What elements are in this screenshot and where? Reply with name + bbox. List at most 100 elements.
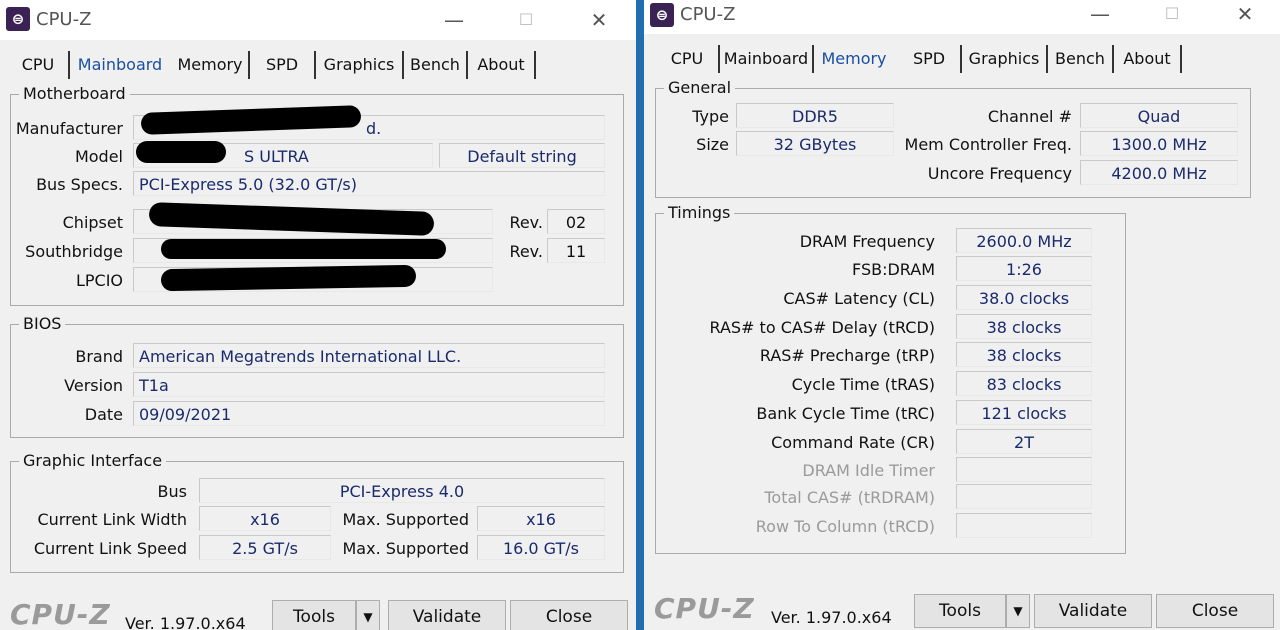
- bus-specs-value: PCI-Express 5.0 (32.0 GT/s): [133, 171, 605, 196]
- timing-label-row-to-column: Row To Column (tRCD): [755, 517, 935, 536]
- window-title: CPU-Z: [680, 4, 736, 25]
- timing-label-trcd: RAS# to CAS# Delay (tRCD): [709, 318, 935, 337]
- link-width-label: Current Link Width: [37, 510, 187, 529]
- cpuz-window-memory: ⊜ CPU-Z — ☐ ✕ CPU Mainboard Memory SPD G…: [644, 0, 1280, 630]
- tab-about[interactable]: About: [1114, 45, 1182, 73]
- window-divider: [636, 0, 644, 630]
- max-speed-value: 16.0 GT/s: [477, 535, 605, 560]
- timings-legend: Timings: [664, 203, 735, 222]
- bios-version-label: Version: [64, 376, 123, 395]
- tab-bar: CPU Mainboard Memory SPD Graphics Bench …: [644, 45, 1280, 75]
- tab-cpu[interactable]: CPU: [656, 45, 720, 73]
- timing-value-command-rate: 2T: [956, 429, 1092, 454]
- chipset-rev-label: Rev.: [509, 213, 543, 232]
- timing-label-tras: Cycle Time (tRAS): [791, 375, 935, 394]
- redaction-mark: [136, 141, 226, 163]
- maximize-icon[interactable]: ☐: [508, 6, 544, 34]
- timing-label-total-cas: Total CAS# (tRDRAM): [764, 488, 935, 507]
- gi-bus-value: PCI-Express 4.0: [199, 478, 605, 503]
- tab-spd[interactable]: SPD: [250, 51, 316, 79]
- tab-about[interactable]: About: [468, 51, 536, 79]
- tools-button[interactable]: Tools: [914, 594, 1006, 628]
- bios-date-label: Date: [84, 405, 123, 424]
- timing-value-trcd: 38 clocks: [956, 314, 1092, 339]
- timing-value-row-to-column: [956, 513, 1092, 538]
- tab-mainboard[interactable]: Mainboard: [70, 51, 170, 79]
- type-label: Type: [692, 107, 729, 126]
- app-glyph: ⊜: [655, 5, 669, 24]
- timing-value-dram-frequency: 2600.0 MHz: [956, 228, 1092, 253]
- timing-label-trp: RAS# Precharge (tRP): [759, 346, 935, 365]
- timing-value-tras: 83 clocks: [956, 371, 1092, 396]
- southbridge-label: Southbridge: [25, 242, 123, 261]
- tab-cpu[interactable]: CPU: [8, 51, 70, 79]
- link-width-value: x16: [199, 506, 331, 531]
- channel-label: Channel #: [987, 107, 1072, 126]
- bios-brand-value: American Megatrends International LLC.: [133, 343, 605, 368]
- uncore-label: Uncore Frequency: [927, 164, 1072, 183]
- timing-value-trc: 121 clocks: [956, 400, 1092, 425]
- timing-label-dram-idle-timer: DRAM Idle Timer: [802, 461, 935, 480]
- minimize-icon[interactable]: —: [436, 6, 472, 34]
- minimize-icon[interactable]: —: [1082, 0, 1118, 28]
- bios-brand-label: Brand: [75, 347, 123, 366]
- bios-panel: BIOS Brand American Megatrends Internati…: [10, 314, 624, 438]
- redaction-mark: [161, 239, 446, 259]
- general-legend: General: [664, 78, 736, 97]
- mem-controller-label: Mem Controller Freq.: [904, 135, 1072, 154]
- bus-specs-label: Bus Specs.: [36, 175, 123, 194]
- tab-graphics[interactable]: Graphics: [316, 51, 404, 79]
- cpu-z-logo-icon: ⊜: [650, 3, 674, 27]
- timing-value-cas-latency: 38.0 clocks: [956, 285, 1092, 310]
- footer-bar: CPU-Z Ver. 1.97.0.x64 Tools ▼ Validate C…: [644, 590, 1280, 630]
- tools-button[interactable]: Tools: [272, 600, 356, 630]
- chipset-label: Chipset: [62, 213, 123, 232]
- close-button[interactable]: Close: [510, 600, 628, 630]
- cpuz-brand-logo: CPU-Z: [10, 598, 111, 630]
- bios-legend: BIOS: [19, 314, 66, 333]
- tab-graphics[interactable]: Graphics: [962, 45, 1048, 73]
- cpu-z-logo-icon: ⊜: [6, 7, 30, 31]
- title-bar: ⊜ CPU-Z — ☐ ✕: [0, 0, 636, 40]
- uncore-value: 4200.0 MHz: [1080, 160, 1238, 185]
- validate-button[interactable]: Validate: [388, 600, 506, 630]
- tab-memory[interactable]: Memory: [172, 51, 250, 79]
- tab-bar: CPU Mainboard Memory SPD Graphics Bench …: [0, 51, 636, 81]
- tab-bench[interactable]: Bench: [1048, 45, 1114, 73]
- size-value: 32 GBytes: [736, 131, 894, 156]
- type-value: DDR5: [736, 103, 894, 128]
- southbridge-rev-value: 11: [547, 238, 605, 263]
- timings-panel: Timings DRAM Frequency 2600.0 MHz FSB:DR…: [655, 203, 1126, 554]
- tab-memory[interactable]: Memory: [816, 45, 892, 73]
- tab-spd[interactable]: SPD: [898, 45, 962, 73]
- model-label: Model: [74, 147, 123, 166]
- tab-mainboard[interactable]: Mainboard: [720, 45, 814, 73]
- timing-label-cas-latency: CAS# Latency (CL): [783, 289, 935, 308]
- mem-controller-value: 1300.0 MHz: [1080, 131, 1238, 156]
- tab-bench[interactable]: Bench: [404, 51, 468, 79]
- chevron-down-icon[interactable]: ▼: [356, 600, 380, 630]
- chipset-rev-value: 02: [547, 209, 605, 234]
- window-title: CPU-Z: [36, 9, 92, 30]
- maximize-icon[interactable]: ☐: [1154, 0, 1190, 28]
- timing-value-total-cas: [956, 484, 1092, 509]
- max-width-value: x16: [477, 506, 605, 531]
- timing-label-dram-frequency: DRAM Frequency: [799, 232, 935, 251]
- gi-bus-label: Bus: [157, 482, 187, 501]
- app-glyph: ⊜: [11, 9, 25, 28]
- timing-value-fsb-dram: 1:26: [956, 256, 1092, 281]
- general-panel: General Type DDR5 Size 32 GBytes Channel…: [655, 78, 1251, 198]
- close-icon[interactable]: ✕: [581, 6, 617, 34]
- footer-bar: CPU-Z Ver. 1.97.0.x64 Tools ▼ Validate C…: [0, 596, 636, 630]
- motherboard-panel: Motherboard Manufacturer d. Model S ULTR…: [10, 84, 624, 306]
- version-label: Ver. 1.97.0.x64: [771, 608, 892, 627]
- validate-button[interactable]: Validate: [1034, 594, 1152, 628]
- channel-value: Quad: [1080, 103, 1238, 128]
- max-speed-label: Max. Supported: [342, 539, 470, 558]
- chevron-down-icon[interactable]: ▼: [1006, 594, 1030, 628]
- close-button[interactable]: Close: [1156, 594, 1274, 628]
- lpcio-label: LPCIO: [75, 271, 123, 290]
- redaction-mark: [160, 264, 417, 292]
- timing-value-trp: 38 clocks: [956, 342, 1092, 367]
- close-icon[interactable]: ✕: [1227, 0, 1263, 28]
